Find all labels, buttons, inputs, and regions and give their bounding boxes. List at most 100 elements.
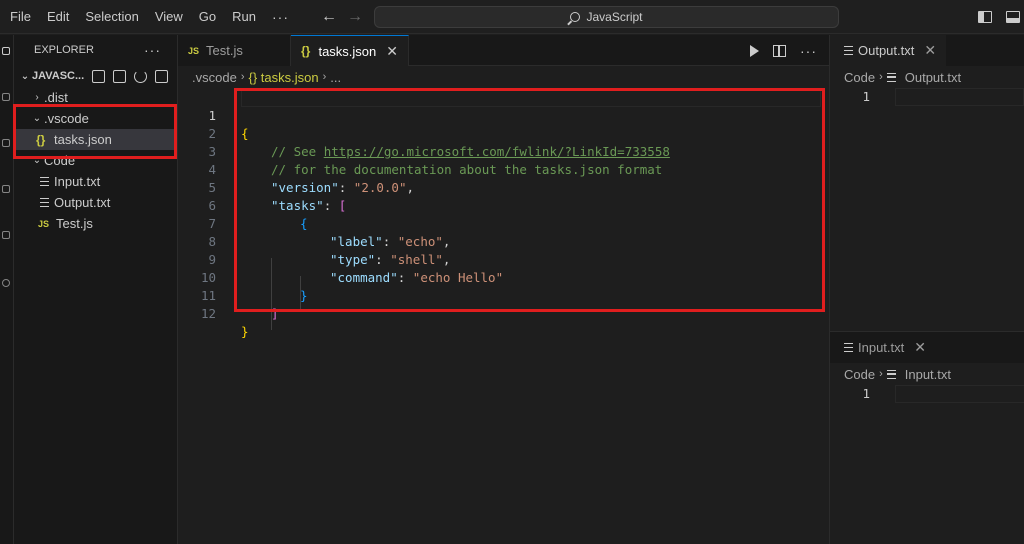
navigation-controls: ← → xyxy=(318,0,366,34)
menu-selection[interactable]: Selection xyxy=(77,0,146,34)
tree-item-label: .dist xyxy=(44,90,68,105)
toggle-sidebar-icon[interactable] xyxy=(978,11,992,23)
editor-actions: ··· xyxy=(750,35,817,66)
code-line: 10 } xyxy=(178,251,308,303)
refresh-icon[interactable] xyxy=(134,69,148,83)
menu-view[interactable]: View xyxy=(147,0,191,34)
highlight-box-sidebar xyxy=(13,104,177,159)
code-line[interactable]: 1 xyxy=(830,88,1024,106)
code-line: 4 "version": "2.0.0", xyxy=(178,143,414,195)
menu-go[interactable]: Go xyxy=(191,0,224,34)
output-tabs: Output.txt ✕ xyxy=(830,35,1024,66)
chevron-right-icon: › xyxy=(240,71,245,83)
remote-icon[interactable] xyxy=(2,279,10,287)
source-control-icon[interactable] xyxy=(2,139,10,147)
code-line: 7 "label": "echo", xyxy=(178,197,450,249)
search-icon xyxy=(570,12,581,22)
command-center-search[interactable]: JavaScript xyxy=(374,6,839,28)
tab-input-txt[interactable]: Input.txt ✕ xyxy=(830,332,936,363)
close-icon[interactable]: ✕ xyxy=(914,339,926,356)
tree-item-output-txt[interactable]: Output.txt xyxy=(14,192,177,213)
tab-test-js[interactable]: JS Test.js xyxy=(178,35,291,66)
close-icon[interactable]: ✕ xyxy=(386,43,398,60)
run-debug-icon[interactable] xyxy=(2,185,10,193)
code-line: 3 // for the documentation about the tas… xyxy=(178,125,662,177)
tab-output-txt[interactable]: Output.txt ✕ xyxy=(830,35,947,66)
breadcrumb-more[interactable]: ... xyxy=(330,70,341,85)
search-view-icon[interactable] xyxy=(2,93,10,101)
chevron-right-icon: › xyxy=(322,71,327,83)
input-tabs: Input.txt ✕ xyxy=(830,332,1024,363)
tab-label: tasks.json xyxy=(318,43,377,59)
line-number: 12 xyxy=(200,306,216,321)
tab-label: Test.js xyxy=(206,43,243,58)
menu-more-icon[interactable]: ··· xyxy=(264,9,297,25)
collapse-all-icon[interactable] xyxy=(155,69,169,83)
code-line: 2 // See https://go.microsoft.com/fwlink… xyxy=(178,107,669,159)
menu-edit[interactable]: Edit xyxy=(39,0,77,34)
command-center-label: JavaScript xyxy=(586,10,643,24)
tab-tasks-json[interactable]: {} tasks.json ✕ xyxy=(291,35,409,66)
text-file-icon xyxy=(886,369,896,379)
tab-label: Input.txt xyxy=(858,340,905,355)
breadcrumb-folder[interactable]: Code xyxy=(844,70,875,85)
current-line-highlight xyxy=(895,88,1024,106)
new-file-icon[interactable] xyxy=(92,69,106,83)
section-actions xyxy=(92,69,169,83)
code-line: 1 { xyxy=(178,89,248,141)
editor-more-icon[interactable]: ··· xyxy=(800,43,817,59)
code-line[interactable]: 1 xyxy=(830,385,1024,403)
menu-file[interactable]: File xyxy=(2,0,39,34)
tree-item-input-txt[interactable]: Input.txt xyxy=(14,171,177,192)
layout-controls xyxy=(978,0,1020,34)
explorer-more-icon[interactable]: ··· xyxy=(144,42,161,58)
text-file-icon xyxy=(844,343,853,352)
back-arrow-icon[interactable]: ← xyxy=(318,8,340,26)
explorer-icon[interactable] xyxy=(2,47,10,55)
code-line: 5 "tasks": [ xyxy=(178,161,346,213)
code-token: } xyxy=(241,324,249,339)
text-file-icon xyxy=(886,72,896,82)
run-icon[interactable] xyxy=(750,44,759,57)
chevron-right-icon: › xyxy=(35,92,39,103)
menu-run[interactable]: Run xyxy=(224,0,264,34)
breadcrumb-folder[interactable]: Code xyxy=(844,367,875,382)
breadcrumb-file[interactable]: Input.txt xyxy=(905,367,951,382)
breadcrumb-file[interactable]: {} tasks.json xyxy=(248,70,318,85)
forward-arrow-icon[interactable]: → xyxy=(344,8,366,26)
tree-item-test-js[interactable]: JS Test.js xyxy=(14,213,177,234)
current-line-highlight xyxy=(895,385,1024,403)
breadcrumb: Code › Output.txt xyxy=(830,66,1024,88)
input-editor-group: Input.txt ✕ Code › Input.txt 1 xyxy=(830,331,1024,403)
breadcrumb-folder[interactable]: .vscode xyxy=(192,70,237,85)
workspace-section-header[interactable]: ⌄ JAVASC... xyxy=(14,65,177,87)
breadcrumb: .vscode › {} tasks.json › ... xyxy=(178,66,829,88)
activity-bar xyxy=(0,35,14,544)
line-number: 1 xyxy=(862,89,870,104)
tree-item-label: Output.txt xyxy=(54,195,111,210)
text-file-icon xyxy=(40,177,49,186)
menu-bar: File Edit Selection View Go Run ··· xyxy=(0,0,297,34)
new-folder-icon[interactable] xyxy=(113,69,127,83)
json-file-icon: {} xyxy=(301,44,311,58)
breadcrumb: Code › Input.txt xyxy=(830,363,1024,385)
line-number: 1 xyxy=(862,386,870,401)
text-file-icon xyxy=(844,46,853,55)
tree-item-label: Test.js xyxy=(56,216,93,231)
javascript-file-icon: JS xyxy=(38,218,50,229)
highlight-box-editor xyxy=(234,88,825,312)
chevron-down-icon: ⌄ xyxy=(20,70,30,82)
close-icon[interactable]: ✕ xyxy=(924,42,936,59)
explorer-title: EXPLORER xyxy=(34,44,94,56)
breadcrumb-file[interactable]: Output.txt xyxy=(905,70,961,85)
code-line: 9 "command": "echo Hello" xyxy=(178,233,503,285)
code-line: 8 "type": "shell", xyxy=(178,215,450,267)
chevron-right-icon: › xyxy=(879,368,883,380)
split-editor-icon[interactable] xyxy=(773,44,786,57)
extensions-icon[interactable] xyxy=(2,231,10,239)
right-editor-groups: Output.txt ✕ Code › Output.txt 1 Input.t… xyxy=(829,35,1024,544)
code-line: 6 { xyxy=(178,179,307,231)
toggle-panel-icon[interactable] xyxy=(1006,11,1020,23)
code-line: 11 ] xyxy=(178,269,279,321)
code-line: 12 } xyxy=(178,287,249,339)
